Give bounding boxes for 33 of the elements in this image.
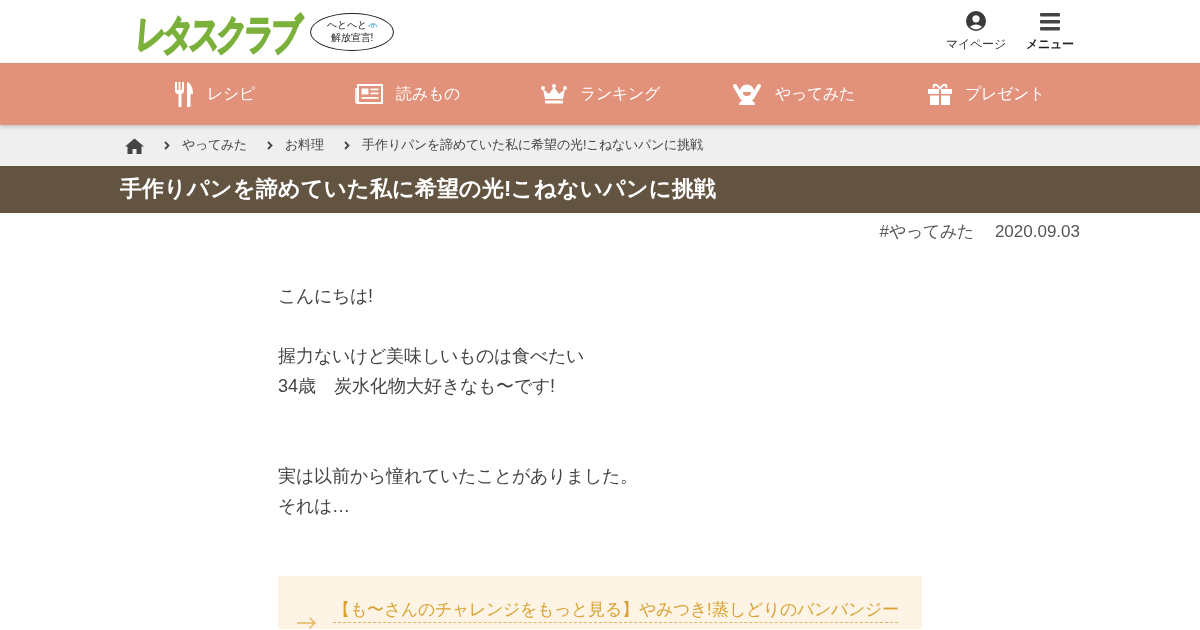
cheering-person-icon: [731, 83, 762, 105]
breadcrumb-link[interactable]: お料理: [285, 137, 324, 154]
paragraph: 握力ないけど美味しいものは食べたい 34歳 炭水化物大好きなも〜です!: [278, 345, 585, 398]
fork-knife-icon: [173, 81, 194, 107]
tag-link[interactable]: #やってみた: [879, 220, 974, 244]
my-page-button[interactable]: マイページ: [946, 10, 1006, 53]
breadcrumb-current-page: 手作りパンを諦めていた私に希望の光!こねないパンに挑戦: [362, 137, 704, 154]
chevron-icon: [267, 141, 273, 150]
paragraph: 実は以前から憧れていたことがありました。 それは…: [278, 465, 639, 518]
nav-item[interactable]: レシピ: [117, 63, 311, 125]
chevron-icon: [344, 141, 350, 150]
arrow-icon: [297, 617, 316, 629]
home-icon[interactable]: [125, 137, 144, 154]
related-article-link[interactable]: 【も〜さんのチャレンジをもっと見る】やみつき!蒸しどりのバンバンジー: [333, 595, 899, 629]
bubble-text: へとへと: [326, 19, 367, 32]
swirl-icon: [367, 21, 378, 29]
crown-icon: [540, 84, 567, 104]
nav-item[interactable]: ランキング: [503, 63, 697, 125]
user-circle-icon: [966, 10, 986, 31]
article-title: 手作りパンを諦めていた私に希望の光!こねないパンに挑戦: [120, 176, 717, 203]
bubble-text: 解放宣言!: [330, 31, 374, 44]
menu-button[interactable]: メニュー: [1026, 12, 1074, 53]
chevron-icon: [164, 141, 170, 150]
paragraph: こんにちは!: [278, 285, 374, 308]
site-logo[interactable]: レタスクラブ: [134, 13, 300, 54]
menu-icon: [1040, 12, 1060, 31]
publish-date: 2020.09.03: [994, 221, 1080, 243]
nav-item[interactable]: 読みもの: [310, 63, 504, 125]
nav-item[interactable]: プレゼント: [889, 63, 1083, 125]
gift-icon: [927, 83, 952, 105]
nav-item[interactable]: やってみた: [696, 63, 890, 125]
newspaper-icon: [354, 84, 383, 104]
breadcrumb-link[interactable]: やってみた: [182, 137, 247, 154]
